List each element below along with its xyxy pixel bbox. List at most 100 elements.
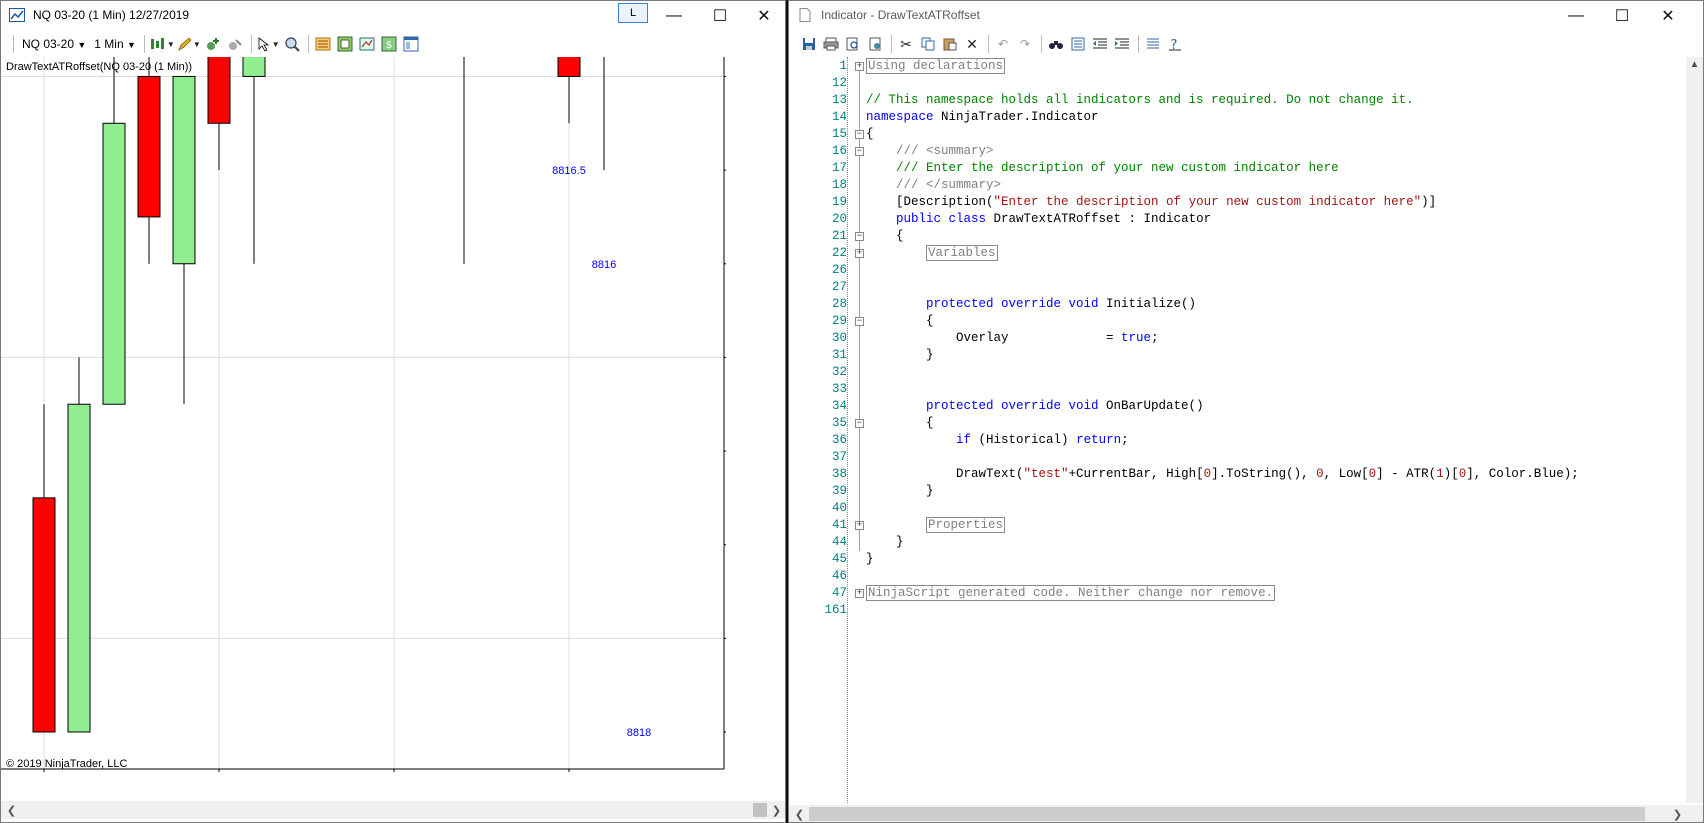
code-line[interactable]: DrawText("test"+CurrentBar, High[0].ToSt…: [866, 466, 1579, 483]
collapsed-region[interactable]: Variables: [926, 245, 998, 261]
code-line[interactable]: /// <summary>: [866, 143, 994, 160]
code-token: }: [866, 348, 934, 362]
comment-button[interactable]: [1143, 34, 1163, 54]
collapse-region-icon[interactable]: −: [855, 232, 864, 241]
instrument-dropdown[interactable]: NQ 03-20 ▼: [18, 37, 90, 51]
collapsed-region[interactable]: Using declarations: [866, 58, 1006, 74]
editor-horizontal-scrollbar[interactable]: ❮ ❯: [789, 805, 1703, 822]
code-line[interactable]: // This namespace holds all indicators a…: [866, 92, 1414, 109]
maximize-button[interactable]: ☐: [697, 1, 743, 31]
remove-indicator-button[interactable]: [225, 34, 245, 54]
close-button[interactable]: ✕: [1645, 1, 1691, 31]
close-button[interactable]: ✕: [741, 1, 785, 31]
code-line[interactable]: NinjaScript generated code. Neither chan…: [866, 585, 1276, 602]
maximize-button[interactable]: ☐: [1599, 1, 1645, 31]
scroll-right-icon[interactable]: ❯: [1669, 805, 1686, 822]
price-chart[interactable]: 8819.008818.508817.508817.008816.508816.…: [1, 1, 773, 788]
help-button[interactable]: ?: [1165, 34, 1185, 54]
line-number: 35: [831, 416, 847, 430]
draw-tool-button[interactable]: ▼: [177, 34, 201, 54]
collapse-region-icon[interactable]: −: [855, 130, 864, 139]
code-token: ], Color.Blue);: [1466, 467, 1579, 481]
code-line[interactable]: Using declarations: [866, 58, 1006, 75]
print-preview-button[interactable]: [843, 34, 863, 54]
collapse-region-icon[interactable]: −: [855, 147, 864, 156]
code-line[interactable]: }: [866, 483, 934, 500]
chart-trader-button[interactable]: [357, 34, 377, 54]
collapse-region-icon[interactable]: −: [855, 419, 864, 428]
add-indicator-button[interactable]: [203, 34, 223, 54]
scroll-thumb[interactable]: [809, 807, 1645, 821]
code-line[interactable]: /// </summary>: [866, 177, 1001, 194]
undo-button[interactable]: ↶: [993, 34, 1013, 54]
find-button[interactable]: [1046, 34, 1066, 54]
bar-type-button[interactable]: ▼: [149, 34, 175, 54]
line-number: 17: [831, 161, 847, 175]
line-number: 161: [824, 603, 847, 617]
save-button[interactable]: [799, 34, 819, 54]
snippet-icon: [1071, 37, 1085, 51]
code-line[interactable]: {: [866, 228, 904, 245]
code-line[interactable]: [Description("Enter the description of y…: [866, 194, 1436, 211]
code-token: {: [866, 127, 874, 141]
insert-snippet-button[interactable]: [1068, 34, 1088, 54]
page-setup-button[interactable]: [865, 34, 885, 54]
code-line[interactable]: }: [866, 534, 904, 551]
link-button[interactable]: L: [618, 3, 648, 23]
expand-region-icon[interactable]: +: [855, 249, 864, 258]
minimize-button[interactable]: —: [651, 1, 697, 31]
outdent-button[interactable]: [1090, 34, 1110, 54]
delete-button[interactable]: ✕: [962, 34, 982, 54]
code-line[interactable]: Properties: [866, 517, 1006, 534]
dollar-button[interactable]: $: [379, 34, 399, 54]
expand-region-icon[interactable]: +: [855, 589, 864, 598]
collapsed-region[interactable]: NinjaScript generated code. Neither chan…: [866, 585, 1276, 601]
chart-horizontal-scrollbar[interactable]: ❮ ❯: [1, 801, 785, 819]
code-line[interactable]: Overlay = true;: [866, 330, 1159, 347]
print-button[interactable]: [821, 34, 841, 54]
indent-button[interactable]: [1112, 34, 1132, 54]
code-line[interactable]: }: [866, 347, 934, 364]
line-number: 19: [831, 195, 847, 209]
paste-button[interactable]: [940, 34, 960, 54]
code-line[interactable]: /// Enter the description of your new cu…: [866, 160, 1339, 177]
editor-vertical-scrollbar[interactable]: ▲: [1686, 57, 1703, 803]
expand-region-icon[interactable]: +: [855, 62, 864, 71]
minimize-button[interactable]: —: [1553, 1, 1599, 31]
expand-region-icon[interactable]: +: [855, 521, 864, 530]
cursor-button[interactable]: ▼: [256, 34, 280, 54]
collapse-region-icon[interactable]: −: [855, 317, 864, 326]
candlestick-chart[interactable]: 8819.008818.508817.508817.008816.508816.…: [1, 1, 773, 788]
chart-titlebar[interactable]: NQ 03-20 (1 Min) 12/27/2019 L — ☐ ✕: [1, 1, 785, 31]
scroll-left-icon[interactable]: ❮: [3, 801, 20, 819]
code-line[interactable]: Variables: [866, 245, 998, 262]
toolbar-separator: [988, 35, 989, 53]
code-line[interactable]: {: [866, 126, 874, 143]
code-line[interactable]: }: [866, 551, 874, 568]
copy-button[interactable]: [918, 34, 938, 54]
line-number: 47: [831, 586, 847, 600]
scroll-left-icon[interactable]: ❮: [791, 805, 808, 822]
code-line[interactable]: protected override void OnBarUpdate(): [866, 398, 1204, 415]
code-editor[interactable]: Using declarations // This namespace hold…: [851, 57, 1681, 803]
scroll-right-icon[interactable]: ❯: [768, 801, 785, 819]
data-box-button[interactable]: [335, 34, 355, 54]
redo-button[interactable]: ↷: [1015, 34, 1035, 54]
code-line[interactable]: protected override void Initialize(): [866, 296, 1196, 313]
zoom-button[interactable]: [282, 34, 302, 54]
window-layout-button[interactable]: [401, 34, 421, 54]
code-line[interactable]: namespace NinjaTrader.Indicator: [866, 109, 1099, 126]
scroll-thumb[interactable]: [753, 803, 767, 817]
code-line[interactable]: {: [866, 313, 934, 330]
redo-icon: ↷: [1019, 37, 1031, 51]
cut-button[interactable]: ✂: [896, 34, 916, 54]
code-line[interactable]: public class DrawTextATRoffset : Indicat…: [866, 211, 1211, 228]
collapsed-region[interactable]: Properties: [926, 517, 1006, 533]
scroll-up-icon[interactable]: ▲: [1686, 59, 1703, 70]
code-line[interactable]: {: [866, 415, 934, 432]
properties-button[interactable]: [313, 34, 333, 54]
code-line[interactable]: if (Historical) return;: [866, 432, 1129, 449]
interval-dropdown[interactable]: 1 Min ▼: [90, 37, 140, 51]
editor-titlebar[interactable]: Indicator - DrawTextATRoffset — ☐ ✕: [789, 1, 1703, 31]
code-token: DrawText(: [866, 467, 1024, 481]
